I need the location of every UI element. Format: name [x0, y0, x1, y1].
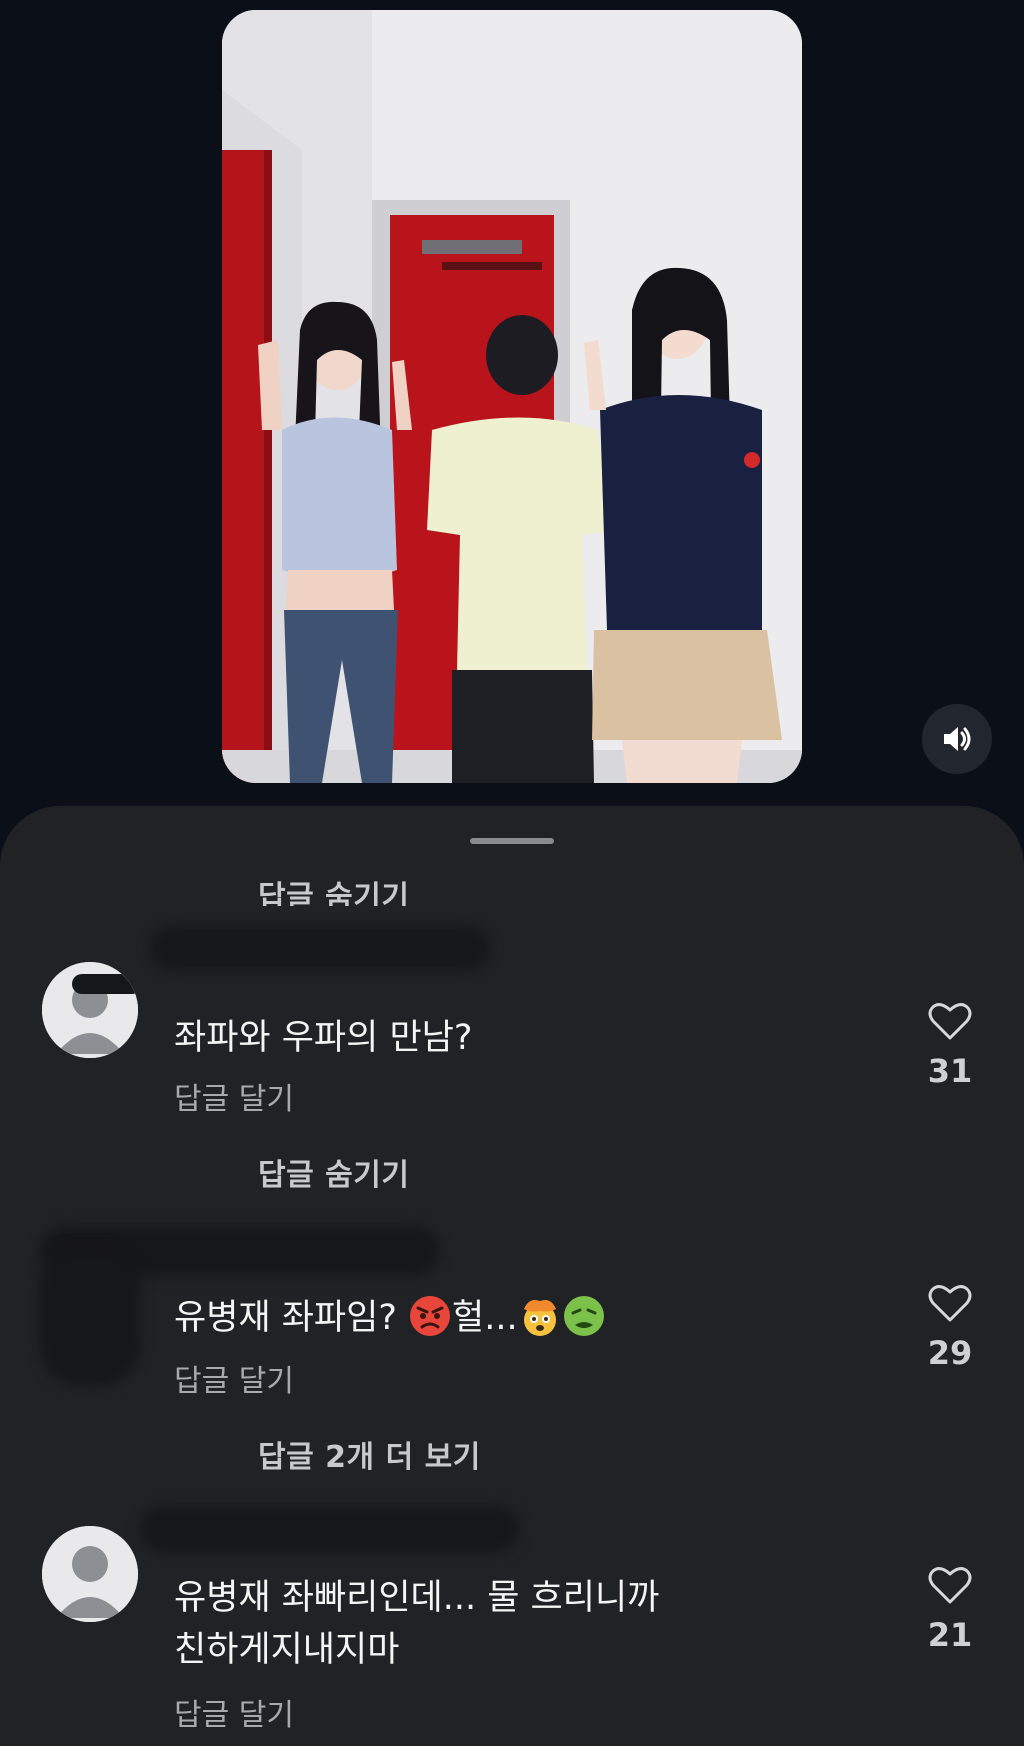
avatar[interactable]: [42, 1526, 138, 1622]
comment-text: 유병재 좌파임? 헐...: [174, 1292, 606, 1344]
comment-sheet: 답글 숨기기 좌파와 우파의 만남? 답글 달기 31 답글 숨기기 유병재 좌…: [0, 806, 1024, 1746]
comment-text-part: 헐...: [452, 1298, 518, 1338]
like-button[interactable]: [923, 1560, 977, 1610]
nauseated-face-emoji: [563, 1296, 604, 1336]
video-frame-illustration: [222, 10, 802, 783]
heart-icon: [928, 1567, 972, 1604]
redacted-avatar: [40, 1246, 140, 1386]
drag-handle[interactable]: [470, 838, 554, 844]
comment-text-part: 유병재 좌파임?: [174, 1298, 397, 1338]
redacted-username: [140, 1506, 520, 1552]
view-more-replies-link[interactable]: 답글 2개 더 보기: [258, 1432, 481, 1476]
default-avatar-icon: [42, 1526, 138, 1622]
comment-text: 좌파와 우파의 만남?: [174, 1018, 473, 1058]
like-button[interactable]: [923, 1278, 977, 1328]
volume-button[interactable]: [922, 704, 992, 774]
video-player[interactable]: [222, 10, 802, 783]
reply-button[interactable]: 답글 달기: [174, 1690, 294, 1734]
reply-button[interactable]: 답글 달기: [174, 1356, 294, 1400]
hide-replies-link[interactable]: 답글 숨기기: [258, 1150, 409, 1194]
heart-icon: [928, 1285, 972, 1322]
redacted-username: [150, 926, 490, 970]
volume-icon: [944, 727, 971, 751]
reply-button[interactable]: 답글 달기: [174, 1074, 294, 1118]
like-count: 21: [927, 1616, 973, 1654]
exploding-head-emoji: [523, 1300, 556, 1336]
video-area: [0, 0, 1024, 800]
like-count: 31: [927, 1052, 973, 1090]
comment-text-line: 친하게지내지마: [174, 1630, 400, 1670]
heart-icon: [928, 1003, 972, 1040]
hide-replies-link-top[interactable]: 답글 숨기기: [258, 872, 409, 906]
angry-face-emoji: [410, 1296, 451, 1336]
avatar[interactable]: [42, 962, 138, 1058]
comment-text-line: 유병재 좌빠리인데... 물 흐리니까: [174, 1578, 660, 1618]
default-avatar-icon: [42, 962, 138, 1058]
like-button[interactable]: [923, 996, 977, 1046]
like-count: 29: [927, 1334, 973, 1372]
